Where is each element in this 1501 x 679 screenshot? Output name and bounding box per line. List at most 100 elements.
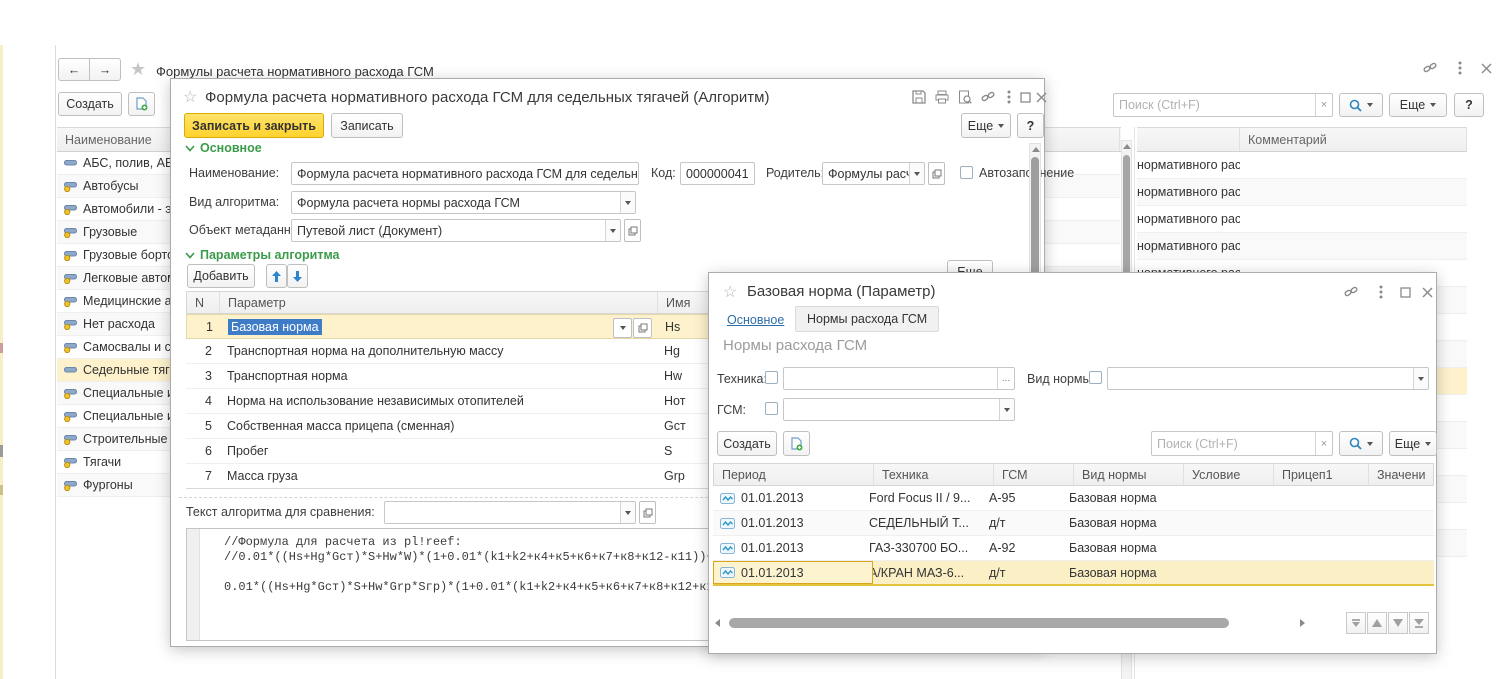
preview-icon[interactable] [957,89,973,105]
norms-search-button[interactable] [1339,431,1383,456]
combo-arrow-icon[interactable] [605,220,620,241]
scroll-up-icon[interactable] [1032,147,1040,152]
trailer-column-header[interactable]: Прицеп1 [1274,464,1369,485]
compare-field[interactable] [384,501,636,524]
norm-row[interactable]: 01.01.2013 Ford Focus II / 9... А-95 Баз… [713,486,1434,511]
fuel-column-header[interactable]: ГСМ [994,464,1074,485]
norm-kind-filter-input[interactable] [1107,367,1429,390]
fuel-filter-input[interactable] [783,398,1015,421]
search-clear-icon[interactable]: × [1315,432,1332,455]
norm-kind-filter-checkbox[interactable] [1089,371,1102,384]
dialog-more-button[interactable]: Еще [961,113,1011,138]
name-field[interactable]: Формула расчета нормативного расхода ГСМ… [291,162,639,185]
go-next-button[interactable] [1388,612,1408,634]
search-clear-icon[interactable]: × [1315,94,1332,116]
kebab-menu-icon[interactable] [1001,89,1017,105]
search-button[interactable] [1339,93,1383,117]
compare-open-button[interactable] [639,501,656,524]
scroll-left-icon[interactable] [715,619,720,627]
item-row[interactable]: нормативного расход... [1137,179,1467,206]
close-icon[interactable] [1478,60,1494,76]
save-button[interactable]: Записать [331,113,403,138]
n-column-header[interactable]: N [187,292,220,313]
go-previous-button[interactable] [1367,612,1387,634]
param-open-button[interactable] [633,318,652,338]
combo-arrow-icon[interactable] [620,502,635,523]
section-main-toggle[interactable]: Основное [185,141,262,155]
close-icon[interactable] [1033,89,1049,105]
screen: ← → ★ Формулы расчета нормативного расхо… [0,0,1501,679]
norms-search-input[interactable]: Поиск (Ctrl+F) × [1151,431,1333,456]
nav-back-button[interactable]: ← [58,58,90,81]
kebab-menu-icon[interactable] [1452,60,1468,76]
combo-arrow-icon[interactable] [1413,368,1428,389]
norm-row[interactable]: 01.01.2013 СЕДЕЛЬНЫЙ Т... д/т Базовая но… [713,511,1434,536]
kind-field[interactable]: Формула расчета нормы расхода ГСМ [291,191,636,214]
autofill-checkbox[interactable] [960,166,973,179]
value-column-header[interactable]: Значени [1369,464,1435,485]
go-last-button[interactable] [1409,612,1429,634]
norms-more-button[interactable]: Еще [1389,431,1437,456]
section-params-toggle[interactable]: Параметры алгоритма [185,248,340,262]
norm-row[interactable]: 01.01.2013 ГАЗ-330700 БО... А-92 Базовая… [713,536,1434,561]
link-icon[interactable] [1422,60,1438,76]
item-row[interactable]: нормативного расход... [1137,152,1467,179]
favorite-star-icon[interactable]: ☆ [723,282,737,302]
favorite-star-icon[interactable]: ★ [130,59,146,80]
move-up-button[interactable] [266,264,287,288]
link-icon[interactable] [1343,284,1359,300]
tech-column-header[interactable]: Техника [874,464,994,485]
save-icon[interactable] [911,89,927,105]
hidden-column-header[interactable] [1137,128,1240,151]
help-button[interactable]: ? [1454,93,1484,117]
parent-open-button[interactable] [928,162,945,185]
kebab-menu-icon[interactable] [1373,284,1389,300]
parent-field[interactable]: Формулы расчета норм Г [822,162,925,185]
tab-main[interactable]: Основное [727,313,784,327]
close-icon[interactable] [1419,284,1435,300]
cond-column-header[interactable]: Условие [1184,464,1274,485]
tech-filter-input[interactable]: ... [783,367,1015,390]
save-and-close-button[interactable]: Записать и закрыть [184,113,324,138]
maximize-icon[interactable] [1397,284,1413,300]
list-more-button[interactable]: Еще [1389,93,1447,117]
param-combo-arrow-icon[interactable] [613,318,632,338]
move-down-button[interactable] [287,264,308,288]
norm-row-selected[interactable]: 01.01.2013 А/КРАН МАЗ-6... д/т Базовая н… [713,561,1434,586]
norms-hscrollbar[interactable] [715,617,1305,630]
hscrollbar-thumb[interactable] [729,618,1229,628]
kind-column-header[interactable]: Вид нормы [1074,464,1184,485]
fuel-filter-checkbox[interactable] [765,402,778,415]
scroll-right-icon[interactable] [1300,619,1305,627]
combo-arrow-icon[interactable] [620,192,635,213]
tab-norms[interactable]: Нормы расхода ГСМ [795,306,939,332]
print-icon[interactable] [934,89,950,105]
comment-column-header[interactable]: Комментарий [1240,128,1467,151]
param-column-header[interactable]: Параметр [220,292,658,313]
favorite-star-icon[interactable]: ☆ [183,87,197,107]
item-row[interactable]: нормативного расход... [1137,233,1467,260]
nav-forward-button[interactable]: → [89,58,121,81]
create-button[interactable]: Создать [58,92,122,116]
create-norm-by-copy-button[interactable] [783,431,810,456]
link-icon[interactable] [980,89,996,105]
combo-arrow-icon[interactable] [999,399,1014,420]
item-row[interactable]: нормативного расход... [1137,206,1467,233]
metadata-field[interactable]: Путевой лист (Документ) [291,219,621,242]
go-first-button[interactable] [1346,612,1366,634]
code-field[interactable]: 000000041 [680,162,755,185]
period-column-header[interactable]: Период [714,464,874,485]
search-input[interactable]: Поиск (Ctrl+F) × [1113,93,1333,117]
scroll-up-icon[interactable] [1123,144,1131,149]
metadata-open-button[interactable] [624,219,641,242]
combo-arrow-icon[interactable] [909,163,924,184]
tech-filter-checkbox[interactable] [765,371,778,384]
create-norm-button[interactable]: Создать [717,431,777,456]
element-icon [64,158,77,168]
maximize-icon[interactable] [1017,89,1033,105]
add-parameter-button[interactable]: Добавить [187,264,255,288]
create-by-copy-button[interactable] [128,92,155,116]
dialog-help-button[interactable]: ? [1017,113,1044,138]
open-in-new-icon [638,323,648,333]
choose-button[interactable]: ... [997,368,1014,389]
